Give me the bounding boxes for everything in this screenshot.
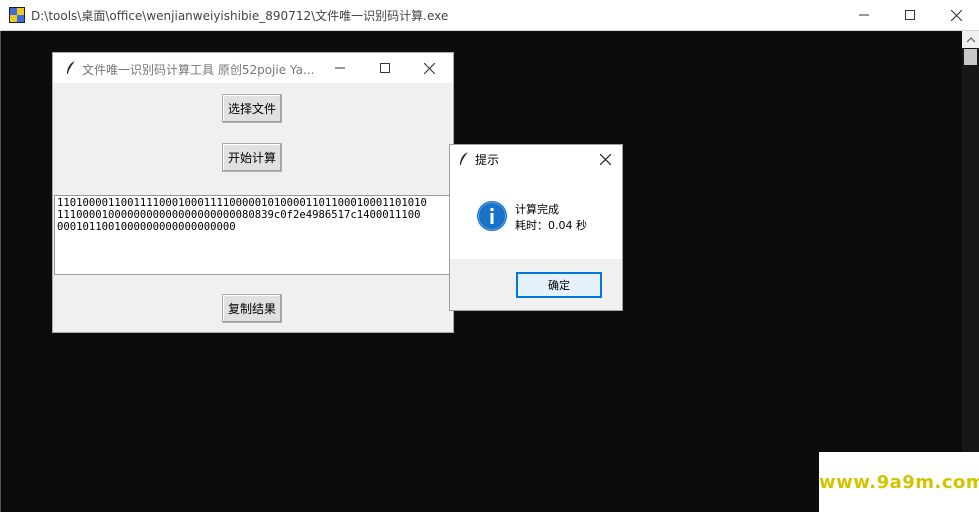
scroll-thumb[interactable] [964, 49, 977, 65]
result-line: 1110000100000000000000000000080839c0f2e4… [57, 209, 421, 221]
console-close-button[interactable] [933, 0, 979, 30]
app-maximize-button[interactable] [362, 53, 407, 83]
minimize-icon [859, 14, 869, 16]
result-line: 0001011001000000000000000000 [57, 221, 236, 233]
close-icon [599, 153, 611, 165]
result-line: 1101000011001111000100011110000010100001… [57, 197, 427, 209]
dialog-elapsed-time: 耗时：0.04 秒 [515, 219, 587, 232]
dialog-footer: 确定 [450, 259, 622, 310]
console-scrollbar[interactable] [962, 31, 979, 512]
console-app-icon [9, 7, 25, 23]
info-dialog: 提示 计算完成 耗时：0.04 秒 确定 [449, 144, 623, 311]
feather-icon [67, 60, 76, 75]
info-icon [477, 201, 507, 231]
console-titlebar: D:\tools\桌面\office\wenjianweiyishibie_89… [0, 0, 979, 31]
dialog-title: 提示 [475, 153, 500, 167]
console-window-title: D:\tools\桌面\office\wenjianweiyishibie_89… [31, 9, 449, 23]
dialog-titlebar: 提示 [450, 145, 622, 173]
watermark-text: www.9a9m.com [819, 472, 979, 493]
dialog-message: 计算完成 [515, 203, 559, 216]
app-close-button[interactable] [407, 53, 452, 83]
watermark-logo: www.9a9m.com [819, 452, 979, 512]
chevron-up-icon [966, 37, 975, 42]
result-textbox[interactable]: 1101000011001111000100011110000010100001… [54, 195, 452, 275]
ok-button[interactable]: 确定 [516, 272, 602, 298]
close-icon [424, 62, 435, 74]
start-calc-button[interactable]: 开始计算 [222, 143, 282, 172]
app-titlebar: 文件唯一识别码计算工具 原创52pojie Ya... [53, 53, 453, 83]
copy-result-button[interactable]: 复制结果 [222, 294, 282, 323]
minimize-icon [334, 67, 345, 69]
dialog-close-button[interactable] [588, 145, 622, 173]
console-minimize-button[interactable] [841, 0, 887, 30]
console-maximize-button[interactable] [887, 0, 933, 30]
maximize-icon [379, 63, 390, 73]
app-window: 文件唯一识别码计算工具 原创52pojie Ya... 选择文件 开始计算 11… [52, 52, 454, 333]
select-file-button[interactable]: 选择文件 [222, 94, 282, 123]
scroll-up-button[interactable] [962, 31, 979, 48]
feather-icon [460, 151, 469, 166]
close-icon [950, 9, 962, 21]
app-minimize-button[interactable] [317, 53, 362, 83]
app-window-title: 文件唯一识别码计算工具 原创52pojie Ya... [82, 63, 315, 77]
maximize-icon [905, 10, 915, 20]
